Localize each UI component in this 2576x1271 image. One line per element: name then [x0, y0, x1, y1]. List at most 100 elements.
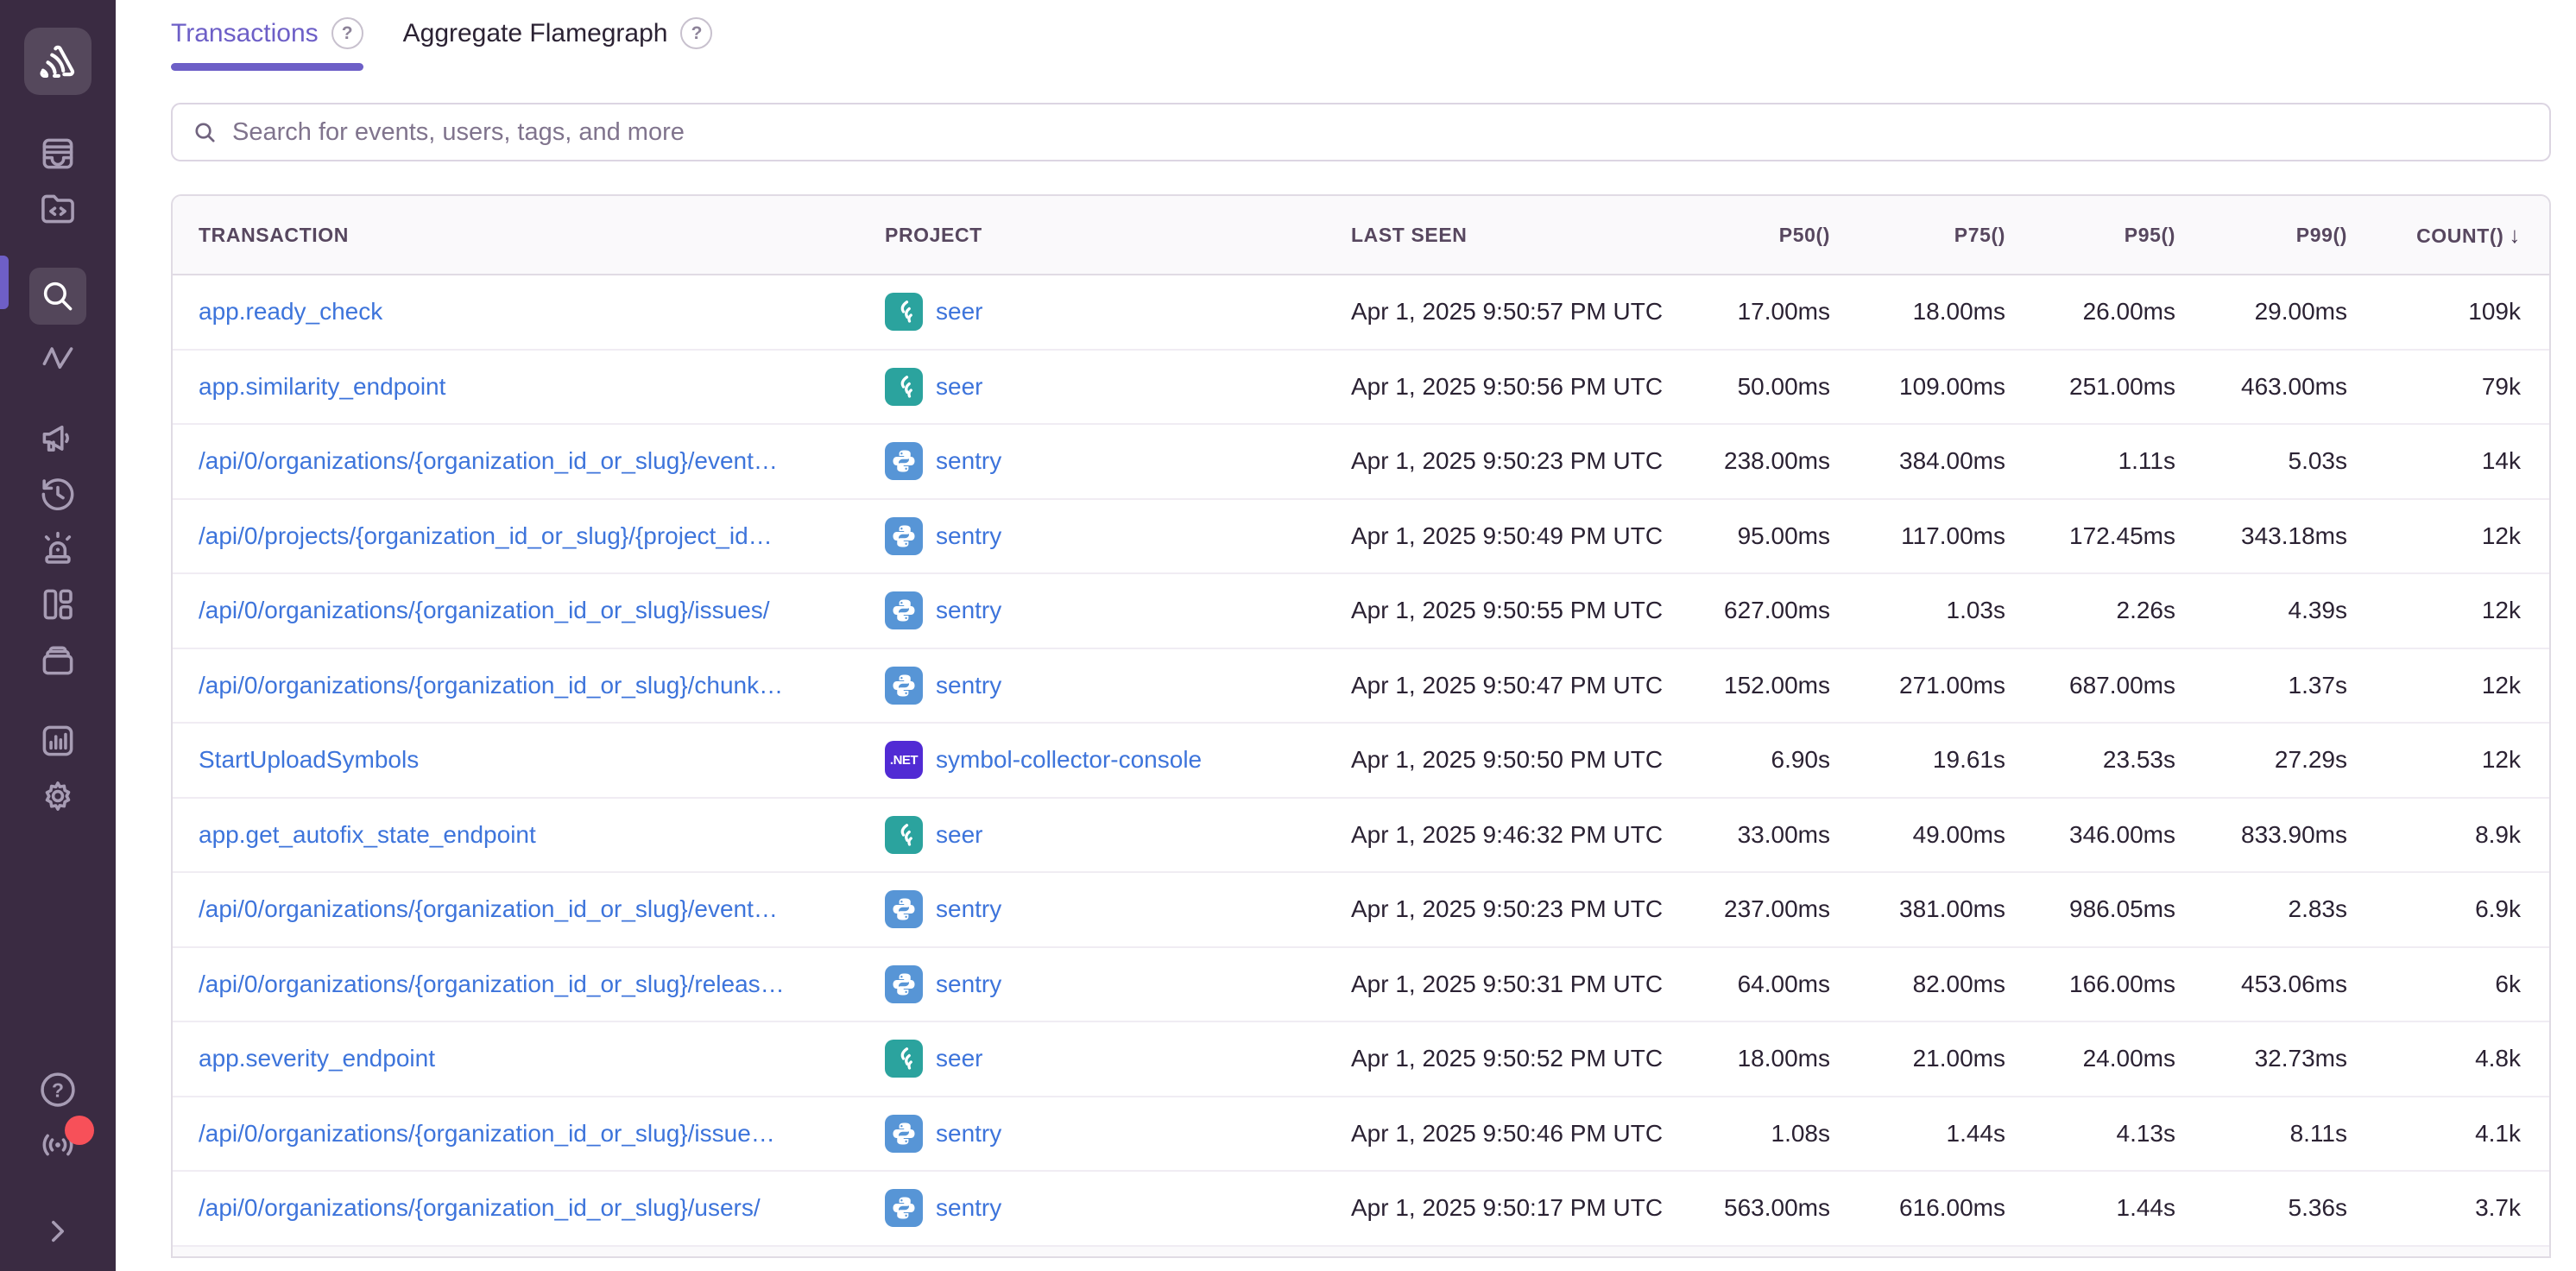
- count-cell: 12k: [2347, 746, 2521, 774]
- sidebar-item-stats[interactable]: [30, 718, 85, 763]
- search-placeholder: Search for events, users, tags, and more: [232, 118, 685, 147]
- sidebar-item-whats-new[interactable]: [30, 1122, 85, 1167]
- column-header-p50[interactable]: P50(): [1666, 224, 1830, 247]
- python-project-icon: [885, 442, 923, 480]
- project-link[interactable]: symbol-collector-console: [936, 746, 1202, 774]
- transaction-link[interactable]: /api/0/organizations/{organization_id_or…: [199, 1194, 761, 1221]
- transaction-cell: /api/0/projects/{organization_id_or_slug…: [199, 522, 885, 550]
- column-header-p99[interactable]: P99(): [2175, 224, 2347, 247]
- transaction-link[interactable]: /api/0/organizations/{organization_id_or…: [199, 672, 783, 699]
- p75-cell: 384.00ms: [1830, 447, 2005, 475]
- project-cell: sentry: [885, 1115, 1351, 1153]
- project-cell: seer: [885, 368, 1351, 406]
- sentry-logo[interactable]: [24, 28, 92, 95]
- transaction-link[interactable]: /api/0/projects/{organization_id_or_slug…: [199, 522, 773, 549]
- clock-rewind-icon: [36, 472, 79, 515]
- transaction-link[interactable]: StartUploadSymbols: [199, 746, 419, 773]
- p99-cell: 453.06ms: [2175, 971, 2347, 998]
- column-header-last-seen[interactable]: LAST SEEN: [1351, 224, 1666, 247]
- sidebar-item-releases[interactable]: [30, 637, 85, 682]
- sidebar-item-alerts[interactable]: [30, 527, 85, 572]
- table-row[interactable]: /api/0/organizations/{organization_id_or…: [173, 948, 2549, 1023]
- p95-cell: 172.45ms: [2005, 522, 2175, 550]
- sidebar-item-traces[interactable]: [30, 335, 85, 380]
- tab-aggregate-flamegraph[interactable]: Aggregate Flamegraph ?: [403, 17, 713, 71]
- transaction-link[interactable]: /api/0/organizations/{organization_id_or…: [199, 1120, 775, 1147]
- transaction-link[interactable]: /api/0/organizations/{organization_id_or…: [199, 895, 778, 922]
- p50-cell: 18.00ms: [1666, 1045, 1830, 1072]
- project-link[interactable]: sentry: [936, 522, 1001, 550]
- sidebar-item-explore[interactable]: [30, 187, 85, 231]
- p75-cell: 21.00ms: [1830, 1045, 2005, 1072]
- column-header-p95[interactable]: P95(): [2005, 224, 2175, 247]
- column-header-transaction[interactable]: TRANSACTION: [199, 224, 885, 247]
- table-row[interactable]: /api/0/organizations/{organization_id_or…: [173, 1172, 2549, 1247]
- sidebar-item-search[interactable]: [29, 268, 86, 325]
- transaction-link[interactable]: app.severity_endpoint: [199, 1045, 435, 1072]
- project-link[interactable]: sentry: [936, 971, 1001, 998]
- project-link[interactable]: seer: [936, 1045, 982, 1072]
- column-header-p75[interactable]: P75(): [1830, 224, 2005, 247]
- table-row[interactable]: /api/0/organizations/{organization_id_or…: [173, 1097, 2549, 1173]
- column-header-project[interactable]: PROJECT: [885, 224, 1351, 247]
- sidebar-item-dashboards[interactable]: [30, 582, 85, 627]
- count-cell: 4.8k: [2347, 1045, 2521, 1072]
- p95-cell: 4.13s: [2005, 1120, 2175, 1148]
- project-link[interactable]: sentry: [936, 1194, 1001, 1222]
- p99-cell: 29.00ms: [2175, 298, 2347, 326]
- last-seen-cell: Apr 1, 2025 9:50:49 PM UTC: [1351, 522, 1666, 550]
- table-row[interactable]: /api/0/organizations/{organization_id_or…: [173, 873, 2549, 948]
- project-link[interactable]: sentry: [936, 447, 1001, 475]
- project-cell: .NET symbol-collector-console: [885, 741, 1351, 779]
- table-row[interactable]: StartUploadSymbols .NET symbol-collector…: [173, 724, 2549, 799]
- python-project-icon: [885, 1115, 923, 1153]
- table-header-row: TRANSACTION PROJECT LAST SEEN P50() P75(…: [173, 196, 2549, 275]
- sidebar-item-help[interactable]: ?: [30, 1067, 85, 1112]
- project-link[interactable]: seer: [936, 821, 982, 849]
- python-project-icon: [885, 1189, 923, 1227]
- transaction-link[interactable]: /api/0/organizations/{organization_id_or…: [199, 971, 785, 997]
- tab-aggregate-flamegraph-help-icon[interactable]: ?: [680, 17, 712, 49]
- table-row[interactable]: /api/0/projects/{organization_id_or_slug…: [173, 500, 2549, 575]
- sidebar-expand-button[interactable]: [30, 1209, 85, 1254]
- search-input[interactable]: Search for events, users, tags, and more: [171, 103, 2551, 161]
- transaction-link[interactable]: app.similarity_endpoint: [199, 373, 445, 400]
- transaction-link[interactable]: /api/0/organizations/{organization_id_or…: [199, 447, 778, 474]
- p50-cell: 33.00ms: [1666, 821, 1830, 849]
- transaction-link[interactable]: /api/0/organizations/{organization_id_or…: [199, 597, 770, 623]
- p99-cell: 32.73ms: [2175, 1045, 2347, 1072]
- p75-cell: 19.61s: [1830, 746, 2005, 774]
- p75-cell: 1.44s: [1830, 1120, 2005, 1148]
- table-row[interactable]: /api/0/organizations/{organization_id_or…: [173, 425, 2549, 500]
- sidebar-item-replays[interactable]: [30, 471, 85, 516]
- sidebar-item-settings[interactable]: [30, 774, 85, 819]
- count-cell: 12k: [2347, 522, 2521, 550]
- project-link[interactable]: sentry: [936, 597, 1001, 624]
- project-link[interactable]: seer: [936, 298, 982, 326]
- table-row[interactable]: app.get_autofix_state_endpoint seer Apr …: [173, 799, 2549, 874]
- table-row[interactable]: app.severity_endpoint seer Apr 1, 2025 9…: [173, 1022, 2549, 1097]
- column-header-count[interactable]: COUNT()↓: [2347, 222, 2521, 249]
- sidebar-item-issues[interactable]: [30, 131, 85, 176]
- project-link[interactable]: seer: [936, 373, 982, 401]
- project-link[interactable]: sentry: [936, 1120, 1001, 1148]
- help-icon: ?: [36, 1068, 79, 1111]
- transaction-link[interactable]: app.get_autofix_state_endpoint: [199, 821, 536, 848]
- transaction-link[interactable]: app.ready_check: [199, 298, 382, 325]
- traces-icon: [36, 336, 79, 379]
- project-cell: sentry: [885, 667, 1351, 705]
- project-link[interactable]: sentry: [936, 895, 1001, 923]
- table-row[interactable]: /api/0/organizations/{organization_id_or…: [173, 574, 2549, 649]
- p50-cell: 1.08s: [1666, 1120, 1830, 1148]
- last-seen-cell: Apr 1, 2025 9:50:57 PM UTC: [1351, 298, 1666, 326]
- table-row[interactable]: app.similarity_endpoint seer Apr 1, 2025…: [173, 351, 2549, 426]
- table-row[interactable]: /api/0/organizations/{organization_id_or…: [173, 649, 2549, 724]
- count-cell: 109k: [2347, 298, 2521, 326]
- table-body: app.ready_check seer Apr 1, 2025 9:50:57…: [173, 275, 2549, 1247]
- tab-transactions-help-icon[interactable]: ?: [331, 17, 363, 49]
- p95-cell: 2.26s: [2005, 597, 2175, 624]
- tab-transactions[interactable]: Transactions ?: [171, 17, 363, 71]
- sidebar-item-feedback[interactable]: [30, 416, 85, 461]
- table-row[interactable]: app.ready_check seer Apr 1, 2025 9:50:57…: [173, 275, 2549, 351]
- project-link[interactable]: sentry: [936, 672, 1001, 699]
